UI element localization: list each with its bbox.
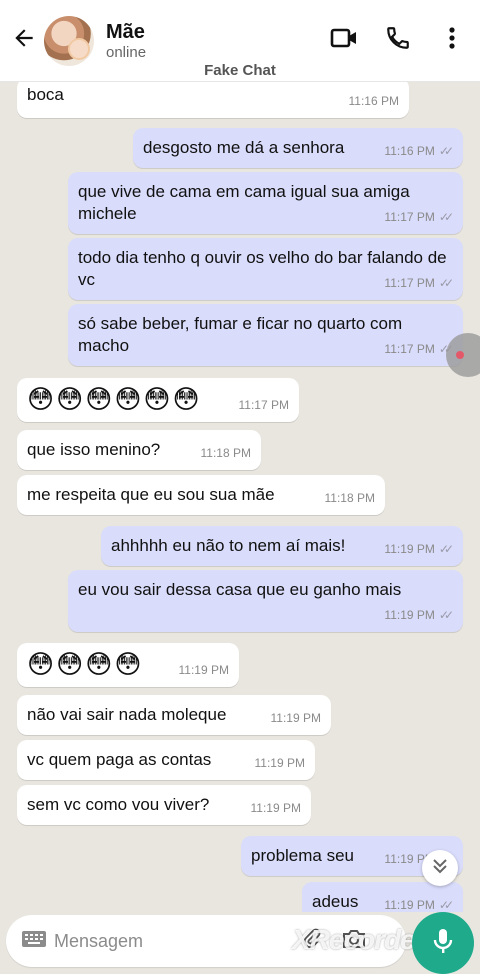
video-call-button[interactable] bbox=[324, 21, 364, 61]
message-meta: 11:19 PM✓✓ bbox=[384, 894, 454, 912]
phone-icon bbox=[385, 25, 411, 56]
message-meta: 11:18 PM bbox=[201, 442, 251, 464]
message-time: 11:18 PM bbox=[324, 491, 375, 505]
message-bubble[interactable]: só sabe beber, fumar e ficar no quarto c… bbox=[68, 304, 463, 366]
message-input[interactable] bbox=[54, 930, 274, 952]
avatar[interactable] bbox=[44, 15, 94, 66]
message-bubble[interactable]: todo dia tenho q ouvir os velho do bar f… bbox=[68, 238, 463, 300]
message-bubble[interactable]: que vive de cama em cama igual sua amiga… bbox=[68, 172, 463, 234]
message-text: não vai sair nada moleque bbox=[27, 705, 227, 724]
arrow-left-icon bbox=[11, 25, 37, 56]
message-text: ahhhhh eu não to nem aí mais! bbox=[111, 536, 346, 555]
back-button[interactable] bbox=[4, 21, 44, 61]
message-text: sem vc como vou viver? bbox=[27, 795, 210, 814]
message-bubble[interactable]: adeus 11:19 PM ✓✓ bbox=[302, 882, 463, 912]
message-meta: 11:17 PM bbox=[239, 394, 289, 416]
message-bubble[interactable]: ahhhhh eu não to nem aí mais! 11:19 PM ✓✓ bbox=[101, 526, 463, 566]
message-time: 11:17 PM bbox=[384, 210, 435, 224]
keyboard-icon bbox=[21, 930, 47, 953]
scroll-to-bottom-button[interactable] bbox=[422, 850, 458, 886]
chevrons-down-icon bbox=[431, 857, 449, 880]
message-text: boca bbox=[27, 85, 64, 104]
message-meta: 11:17 PM ✓✓ bbox=[384, 272, 454, 294]
message-time: 11:19 PM bbox=[250, 801, 301, 815]
message-bubble[interactable]: desgosto me dá a senhora 11:16 PM ✓✓ bbox=[133, 128, 463, 168]
voice-call-button[interactable] bbox=[378, 21, 418, 61]
message-time: 11:19 PM bbox=[384, 542, 435, 556]
message-time: 11:19 PM bbox=[254, 756, 305, 770]
message-bubble[interactable]: eu vou sair dessa casa que eu ganho mais… bbox=[68, 570, 463, 632]
message-bubble[interactable]: me respeita que eu sou sua mãe 11:18 PM bbox=[17, 475, 385, 515]
message-text: problema seu bbox=[251, 846, 355, 865]
message-text: adeus bbox=[312, 892, 359, 911]
read-ticks-icon: ✓✓ bbox=[438, 276, 454, 290]
message-meta: 11:19 PM bbox=[255, 752, 305, 774]
message-time: 11:17 PM bbox=[238, 398, 289, 412]
contact-name: Mãe bbox=[106, 20, 145, 43]
more-options-button[interactable] bbox=[432, 21, 472, 61]
message-time: 11:19 PM bbox=[384, 608, 435, 622]
recorder-watermark: XRecorder bbox=[292, 924, 426, 955]
message-bubble[interactable]: não vai sair nada moleque 11:19 PM bbox=[17, 695, 331, 735]
message-meta: 11:16 PM ✓✓ bbox=[384, 140, 454, 162]
message-meta: 11:19 PM bbox=[179, 659, 229, 681]
message-bubble[interactable]: sem vc como vou viver? 11:19 PM bbox=[17, 785, 311, 825]
message-bubble[interactable]: 😳😳😳😳 11:19 PM bbox=[17, 643, 239, 687]
message-time: 11:18 PM bbox=[200, 446, 251, 460]
message-meta: 11:17 PM ✓✓ bbox=[384, 338, 454, 360]
message-time: 11:19 PM bbox=[384, 898, 435, 912]
message-text: eu vou sair dessa casa que eu ganho mais bbox=[78, 580, 402, 599]
message-meta: 11:19 PM✓✓ bbox=[384, 604, 454, 626]
message-meta: 11:19 PM✓✓ bbox=[384, 538, 454, 560]
message-text: que vive de cama em cama igual sua amiga… bbox=[78, 182, 410, 223]
message-bubble[interactable]: que isso menino? 11:18 PM bbox=[17, 430, 261, 470]
read-ticks-icon: ✓✓ bbox=[438, 608, 454, 622]
contact-status: online bbox=[106, 43, 147, 61]
message-emoji: 😳😳😳😳 bbox=[27, 649, 144, 679]
message-meta: 11:19 PM bbox=[271, 707, 321, 729]
message-time: 11:19 PM bbox=[178, 663, 229, 677]
message-meta: 11:19 PM bbox=[251, 797, 301, 819]
voice-message-button[interactable] bbox=[412, 912, 474, 974]
microphone-icon bbox=[431, 927, 455, 960]
video-call-icon bbox=[330, 26, 358, 55]
read-ticks-icon: ✓✓ bbox=[438, 210, 454, 224]
message-text: que isso menino? bbox=[27, 440, 161, 459]
message-time: 11:16 PM bbox=[348, 94, 399, 108]
message-bubble[interactable]: boca 11:16 PM bbox=[17, 82, 409, 118]
read-ticks-icon: ✓✓ bbox=[438, 144, 454, 158]
message-meta: 11:18 PM bbox=[325, 487, 375, 509]
message-list[interactable]: boca 11:16 PM desgosto me dá a senhora 1… bbox=[0, 82, 480, 912]
message-time: 11:16 PM bbox=[384, 144, 435, 158]
read-ticks-icon: ✓✓ bbox=[438, 542, 454, 556]
message-time: 11:19 PM bbox=[270, 711, 321, 725]
message-text: me respeita que eu sou sua mãe bbox=[27, 485, 275, 504]
message-bubble[interactable]: vc quem paga as contas 11:19 PM bbox=[17, 740, 315, 780]
message-meta: 11:17 PM ✓✓ bbox=[384, 206, 454, 228]
message-meta: 11:16 PM bbox=[349, 90, 399, 112]
message-time: 11:17 PM bbox=[384, 342, 435, 356]
fake-chat-label: Fake Chat bbox=[204, 62, 276, 79]
contact-info[interactable]: Mãe online bbox=[106, 20, 324, 62]
message-text: desgosto me dá a senhora bbox=[143, 138, 345, 157]
message-emoji: 😳😳😳😳😳😳 bbox=[27, 384, 202, 414]
message-time: 11:17 PM bbox=[384, 276, 435, 290]
message-text: só sabe beber, fumar e ficar no quarto c… bbox=[78, 314, 403, 355]
read-ticks-icon: ✓✓ bbox=[438, 898, 454, 912]
message-bubble[interactable]: 😳😳😳😳😳😳 11:17 PM bbox=[17, 378, 299, 422]
more-vert-icon bbox=[448, 26, 456, 55]
message-text: vc quem paga as contas bbox=[27, 750, 212, 769]
keyboard-button[interactable] bbox=[20, 927, 48, 955]
